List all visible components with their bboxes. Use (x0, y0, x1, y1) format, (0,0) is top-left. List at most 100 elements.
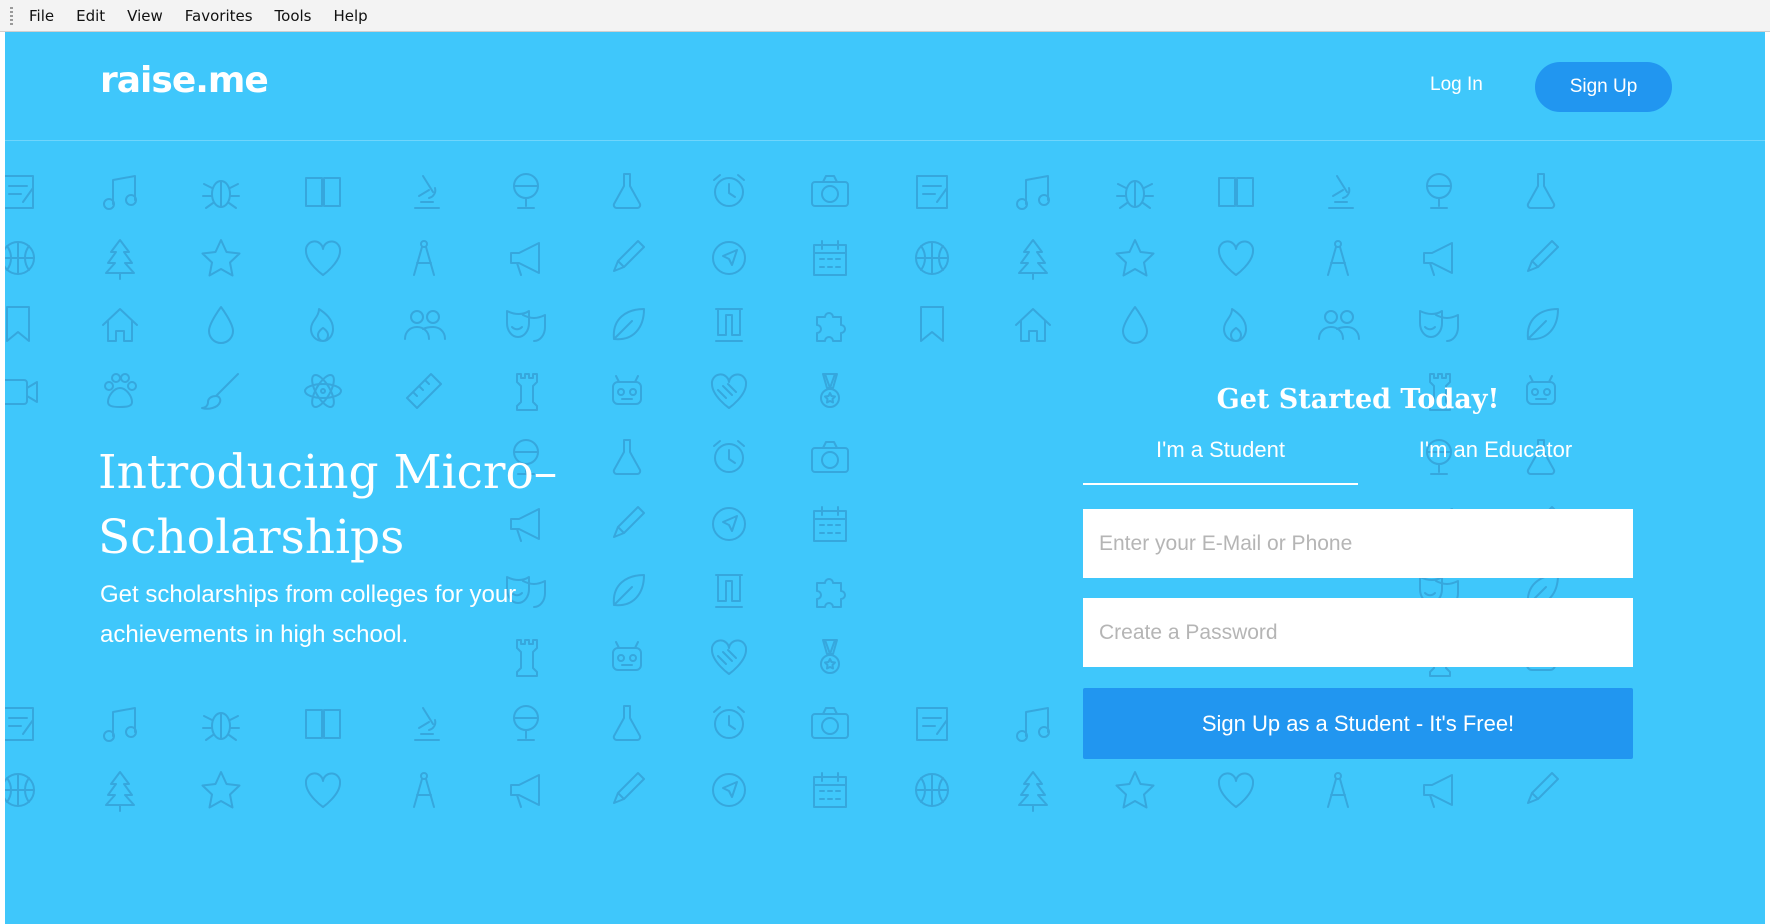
megaphone-icon (1423, 773, 1453, 808)
handshake-icon (710, 639, 747, 675)
basketball-icon (914, 240, 949, 275)
house-icon (101, 308, 138, 342)
alarm-clock-icon (712, 440, 745, 473)
signup-student-button[interactable]: Sign Up as a Student - It's Free! (1083, 688, 1633, 759)
people-icon (1317, 310, 1360, 340)
flame-icon (309, 308, 334, 342)
tree-icon (1018, 770, 1048, 812)
window-edge (1765, 32, 1770, 924)
university-icon (714, 574, 743, 608)
compass-icon (413, 771, 435, 808)
hero-subtitle: Get scholarships from colleges for your … (100, 581, 517, 648)
flask-icon (1526, 173, 1555, 209)
book-icon (304, 709, 341, 739)
paw-icon (103, 372, 137, 408)
medal-icon (820, 372, 840, 408)
house-icon (1015, 308, 1051, 342)
compass-icon (1326, 239, 1349, 276)
globe-icon (512, 173, 539, 209)
hero-title: Introducing Micro–Scholarships (98, 445, 558, 565)
star-icon (1115, 770, 1154, 808)
leaf-icon (612, 308, 645, 341)
basketball-icon (5, 772, 35, 807)
microscope-icon (414, 707, 440, 741)
bookmark-icon (919, 306, 944, 342)
heart-icon (1217, 772, 1255, 808)
bug-icon (202, 180, 240, 209)
pencil-icon (1526, 771, 1559, 804)
compass-icon (1326, 771, 1349, 808)
book-icon (304, 177, 341, 207)
tab-student[interactable]: I'm a Student (1083, 428, 1358, 485)
microscope-icon (1327, 175, 1354, 209)
email-phone-input[interactable] (1083, 509, 1633, 578)
people-icon (404, 310, 446, 340)
flame-icon (1223, 308, 1247, 342)
menu-file[interactable]: File (29, 7, 54, 25)
navigation-icon (711, 506, 746, 541)
star-icon (201, 770, 241, 808)
navigation-icon (711, 240, 746, 275)
book-icon (1218, 177, 1254, 207)
calendar-icon (813, 771, 847, 808)
alarm-clock-icon (712, 174, 745, 207)
menu-edit[interactable]: Edit (76, 7, 105, 25)
note-icon (5, 707, 34, 741)
camera-icon (811, 707, 849, 739)
note-icon (5, 175, 34, 209)
drop-icon (1121, 306, 1148, 344)
tree-icon (104, 238, 135, 280)
pencil-icon (1526, 239, 1559, 272)
masks-icon (505, 310, 546, 342)
menu-tools[interactable]: Tools (275, 7, 312, 25)
music-icon (102, 707, 137, 742)
atom-icon (303, 373, 342, 408)
leaf-icon (1526, 308, 1559, 341)
camera-icon (811, 441, 849, 473)
flask-icon (612, 173, 642, 209)
password-input[interactable] (1083, 598, 1633, 667)
medal-icon (820, 638, 840, 674)
megaphone-icon (1423, 241, 1453, 276)
robot-icon (612, 374, 642, 405)
music-icon (1016, 707, 1050, 742)
bug-icon (1115, 180, 1154, 209)
heart-icon (304, 240, 341, 276)
menu-help[interactable]: Help (334, 7, 368, 25)
pencil-icon (613, 239, 645, 272)
site-header: raise.me Log In Sign Up (5, 32, 1765, 141)
raise-me-logo[interactable]: raise.me (100, 60, 269, 101)
browser-menu-bar: File Edit View Favorites Tools Help (0, 0, 1770, 32)
note-icon (915, 175, 948, 209)
role-tabs: I'm a Student I'm an Educator (1083, 428, 1633, 485)
star-icon (201, 238, 241, 276)
tree-icon (1018, 238, 1048, 280)
leaf-icon (612, 574, 645, 607)
video-icon (5, 378, 38, 405)
puzzle-icon (816, 312, 846, 342)
basketball-icon (914, 772, 949, 807)
menu-view[interactable]: View (127, 7, 163, 25)
tree-icon (104, 770, 135, 812)
compass-icon (413, 239, 435, 276)
alarm-clock-icon (712, 706, 745, 739)
robot-icon (612, 640, 642, 671)
ruler-icon (406, 372, 442, 409)
megaphone-icon (509, 241, 540, 276)
star-icon (1115, 238, 1154, 276)
heart-icon (304, 772, 341, 808)
flask-icon (612, 705, 642, 741)
calendar-icon (813, 505, 847, 542)
tab-educator[interactable]: I'm an Educator (1358, 428, 1633, 485)
pencil-icon (613, 771, 645, 804)
basketball-icon (5, 240, 35, 275)
music-icon (1016, 175, 1050, 210)
note-icon (915, 707, 948, 741)
header-signup-button[interactable]: Sign Up (1535, 62, 1672, 112)
university-icon (714, 308, 743, 342)
login-link[interactable]: Log In (1430, 74, 1483, 96)
camera-icon (811, 175, 849, 207)
menu-favorites[interactable]: Favorites (185, 7, 253, 25)
navigation-icon (711, 772, 746, 807)
rook-icon (515, 372, 538, 411)
